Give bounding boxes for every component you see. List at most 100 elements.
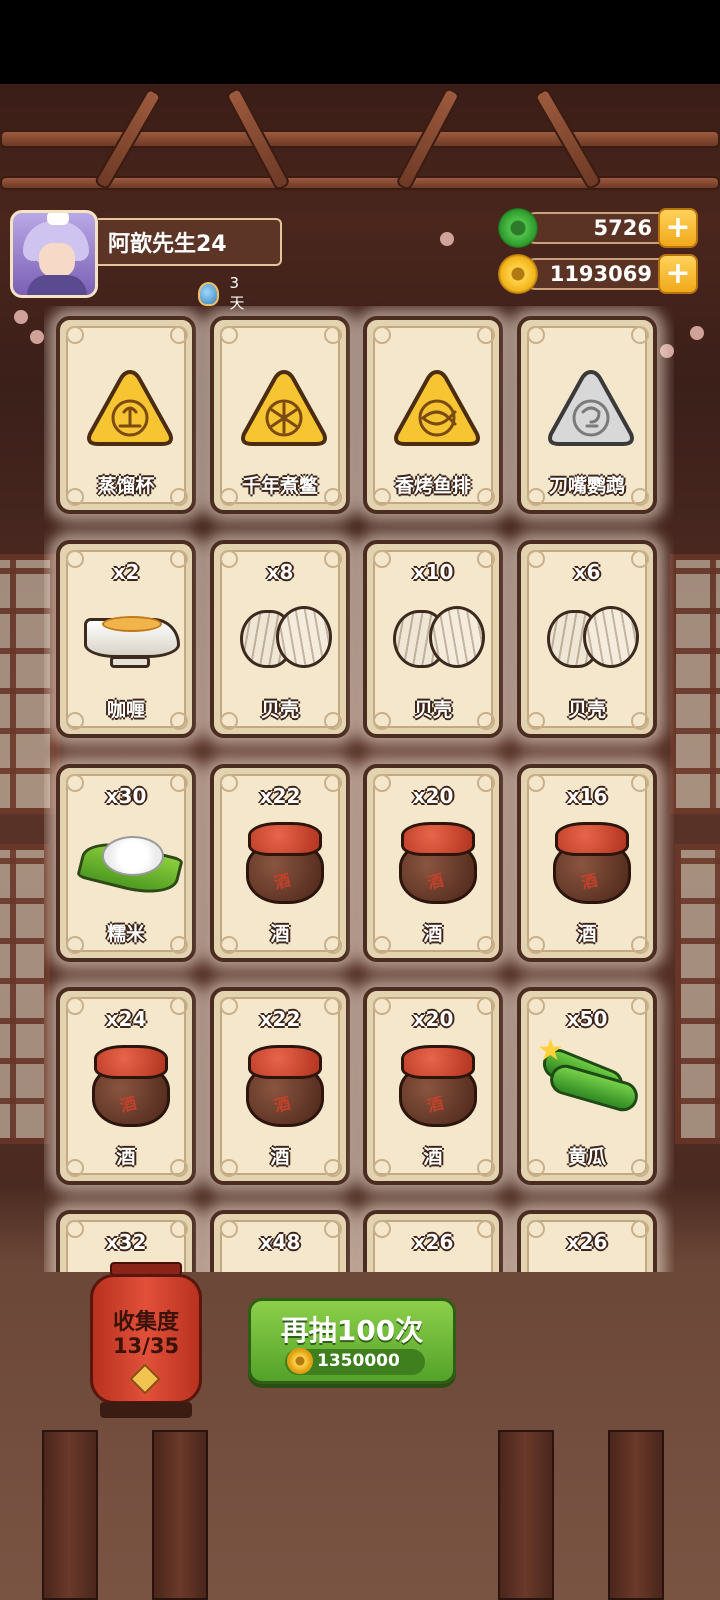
- card-name: 酒: [423, 923, 443, 945]
- card-name: 贝壳: [413, 699, 452, 721]
- card-quantity: x26: [566, 1230, 608, 1254]
- card-quantity: x16: [566, 784, 608, 808]
- globe-icon: [198, 281, 220, 306]
- card-name: 贝壳: [567, 699, 606, 721]
- coin-value: 1193069: [549, 262, 652, 286]
- shell-icon: [234, 592, 334, 682]
- corner-swirl: [220, 326, 238, 344]
- corner-swirl: [477, 326, 495, 344]
- status-bar: [0, 0, 720, 84]
- turtle-icon: [234, 368, 334, 458]
- coin-icon: [498, 254, 538, 294]
- card-quantity: x20: [412, 1007, 454, 1031]
- reward-card[interactable]: 酒 x24 酒: [56, 987, 196, 1185]
- reward-grid[interactable]: 蒸馏杯 千年煮鳖 香烤鱼排 刀嘴鹦鹉 x2 咖喱 x8 贝壳 x10 贝壳 x6 贝壳 x30 糯米酒 x2…: [44, 306, 674, 1272]
- reward-card[interactable]: 酒 x20 酒: [363, 987, 503, 1185]
- wine-jar-icon: 酒: [234, 816, 334, 906]
- reward-card[interactable]: x2 咖喱: [56, 540, 196, 738]
- draw-cost: 1350000: [317, 1351, 400, 1371]
- jade-icon: [498, 208, 538, 248]
- blossom: [440, 232, 454, 246]
- card-quantity: x2: [112, 560, 140, 584]
- draw-again-button[interactable]: 再抽100次 1350000: [248, 1298, 456, 1384]
- shell-icon: [541, 592, 641, 682]
- wine-jar-icon: 酒: [541, 816, 641, 906]
- corner-swirl: [170, 326, 188, 344]
- add-coins-button[interactable]: +: [658, 254, 698, 294]
- reward-card[interactable]: x6 贝壳: [517, 540, 657, 738]
- cucumber-icon: ★: [537, 1033, 642, 1129]
- card-quantity: x26: [412, 1230, 454, 1254]
- card-name: 蒸馏杯: [97, 475, 155, 497]
- coin-icon: [287, 1348, 313, 1374]
- card-name: 贝壳: [260, 699, 299, 721]
- wine-jar-icon: 酒: [387, 1039, 487, 1129]
- blossom: [14, 310, 28, 324]
- reward-card[interactable]: 刀嘴鹦鹉: [517, 316, 657, 514]
- corner-swirl: [373, 326, 391, 344]
- card-name: 糯米: [106, 923, 145, 945]
- reward-card[interactable]: 酒 x22 酒: [210, 764, 350, 962]
- card-quantity: x30: [105, 784, 147, 808]
- floor-post: [608, 1430, 664, 1600]
- blossom: [30, 330, 44, 344]
- wine-jar-icon: 酒: [80, 1039, 180, 1129]
- card-quantity: x6: [573, 560, 601, 584]
- curry-gravy-boat-icon: [80, 592, 180, 682]
- reward-card[interactable]: 香烤鱼排: [363, 316, 503, 514]
- reward-card[interactable]: 酒 x22 酒: [210, 987, 350, 1185]
- card-quantity: x20: [412, 784, 454, 808]
- reward-card[interactable]: x26: [363, 1210, 503, 1272]
- card-quantity: x22: [259, 1007, 301, 1031]
- card-quantity: x48: [259, 1230, 301, 1254]
- reward-card[interactable]: 蒸馏杯: [56, 316, 196, 514]
- add-jade-button[interactable]: +: [658, 208, 698, 248]
- parrot-icon: [541, 368, 641, 458]
- jade-value: 5726: [593, 216, 652, 240]
- card-quantity: x10: [412, 560, 454, 584]
- card-quantity: x24: [105, 1007, 147, 1031]
- distill-cup-icon: [80, 368, 180, 458]
- reward-card[interactable]: 酒 x16 酒: [517, 764, 657, 962]
- window-lattice: [0, 844, 50, 1144]
- card-quantity: x8: [266, 560, 294, 584]
- card-name: 咖喱: [106, 699, 145, 721]
- reward-card[interactable]: ★ x50 黄瓜: [517, 987, 657, 1185]
- card-name: 酒: [423, 1146, 443, 1168]
- reward-card[interactable]: 酒 x20 酒: [363, 764, 503, 962]
- card-name: 酒: [270, 1146, 290, 1168]
- player-name-plate: 阿歆先生24: [98, 218, 282, 266]
- reward-card[interactable]: x26: [517, 1210, 657, 1272]
- coin-currency: 1193069 +: [498, 254, 698, 294]
- corner-swirl: [324, 326, 342, 344]
- card-name: 酒: [577, 923, 597, 945]
- card-name: 千年煮鳖: [241, 475, 318, 497]
- player-name: 阿歆先生24: [108, 232, 227, 257]
- floor-post: [152, 1430, 208, 1600]
- window-lattice: [675, 844, 720, 1144]
- reward-card[interactable]: x48: [210, 1210, 350, 1272]
- card-name: 酒: [270, 923, 290, 945]
- card-quantity: x50: [566, 1007, 608, 1031]
- fish-icon: [387, 368, 487, 458]
- card-name: 刀嘴鹦鹉: [548, 475, 625, 497]
- corner-swirl: [527, 326, 545, 344]
- reward-card[interactable]: x8 贝壳: [210, 540, 350, 738]
- wine-jar-icon: 酒: [387, 816, 487, 906]
- reward-card[interactable]: 千年煮鳖: [210, 316, 350, 514]
- jade-currency: 5726 +: [498, 208, 698, 248]
- card-quantity: x22: [259, 784, 301, 808]
- window-lattice: [670, 554, 720, 814]
- player-avatar[interactable]: [10, 210, 98, 298]
- card-name: 香烤鱼排: [394, 475, 471, 497]
- roof-beam: [0, 130, 720, 148]
- shell-icon: [387, 592, 487, 682]
- collection-lantern[interactable]: 收集度 13/35: [90, 1262, 202, 1422]
- corner-swirl: [631, 326, 649, 344]
- reward-card[interactable]: x10 贝壳: [363, 540, 503, 738]
- reward-card[interactable]: x30 糯米: [56, 764, 196, 962]
- floor-post: [498, 1430, 554, 1600]
- collection-count: 13/35: [112, 1334, 180, 1358]
- card-name: 黄瓜: [567, 1146, 606, 1168]
- blossom: [690, 326, 704, 340]
